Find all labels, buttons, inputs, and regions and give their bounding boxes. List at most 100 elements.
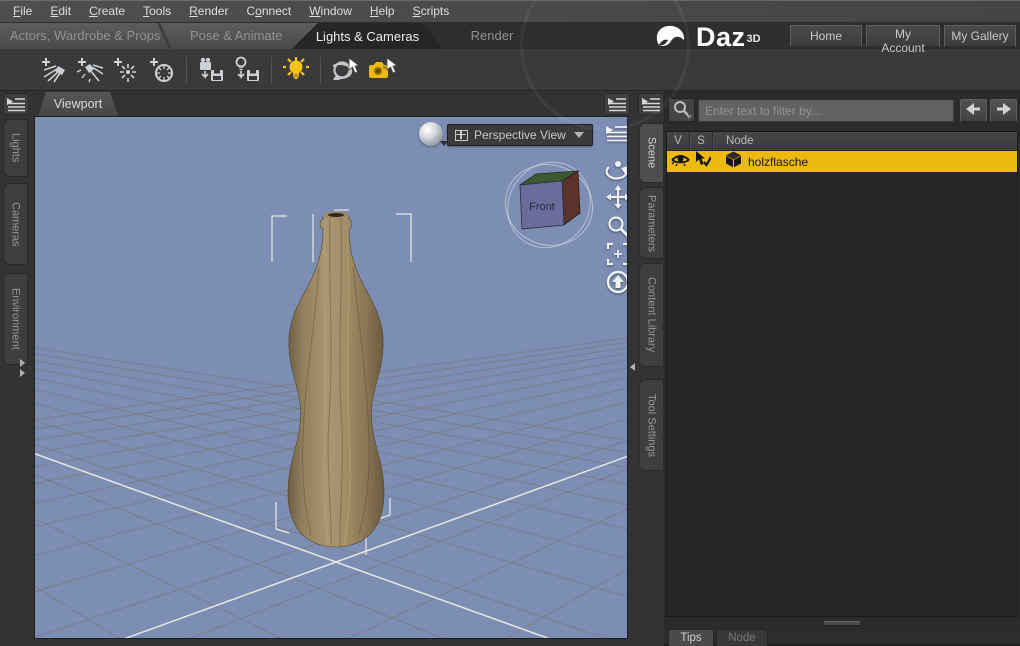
cube-front-label: Front [529,201,555,213]
collapse-arrow-icon [20,359,25,367]
left-pane-menu-button[interactable] [3,93,29,115]
left-tab-lights[interactable]: Lights [3,119,28,177]
save-light-preset-icon [235,56,259,81]
daz-logo-3d: 3D [746,33,761,45]
search-options-button[interactable] [668,98,695,122]
lights-on-icon [283,56,309,79]
daz-logo-text: Daz [696,21,746,52]
new-spotlight-button[interactable] [74,54,106,86]
toolbar-separator [320,56,321,83]
toolbar-separator [271,56,272,83]
filter-row [664,97,1020,125]
rotate-orbit-tool-button[interactable] [329,54,361,86]
tab-actors-wardrobe-props[interactable]: Actors, Wardrobe & Props [10,23,161,49]
menu-create[interactable]: Create [80,1,134,22]
right-dock: Scene Parameters Content Library Tool Se… [630,91,664,646]
menu-bar: File Edit Create Tools Render Connect Wi… [0,1,1020,23]
my-gallery-button[interactable]: My Gallery [944,25,1016,47]
new-distant-light-button[interactable] [38,54,70,86]
toolbar-separator [186,56,187,83]
next-result-button[interactable] [990,99,1017,122]
view-selector-dropdown[interactable]: Perspective View [447,124,593,146]
scene-node-name: holzflasche [748,154,809,169]
scene-node-row-holzflasche[interactable]: holzflasche [667,151,1017,172]
camera-tool-icon [369,56,397,78]
bottle-object [287,211,385,548]
camera-tool-button[interactable] [365,54,397,86]
save-light-preset-button[interactable] [231,54,263,86]
left-dock: Lights Cameras Environment [0,91,32,646]
search-icon [673,101,692,119]
my-account-button[interactable]: My Account [866,25,940,55]
viewport-canvas[interactable]: Front Perspective View [34,116,628,639]
daz-logo-icon [656,25,685,46]
visibility-eye-icon[interactable] [671,152,690,171]
right-tab-parameters[interactable]: Parameters [639,187,664,259]
collapse-arrow-icon [630,363,635,371]
cube-right-face[interactable] [561,170,581,226]
orbit-icon [605,161,627,180]
toolbar [0,49,1020,91]
save-camera-preset-icon [200,57,223,81]
panel-splitter[interactable] [664,619,1020,628]
previous-result-button[interactable] [960,99,987,122]
menu-connect[interactable]: Connect [237,1,300,22]
tab-pose-animate[interactable]: Pose & Animate [190,23,283,49]
daz-logo[interactable]: Daz 3D [652,19,761,55]
menu-render[interactable]: Render [180,1,237,22]
left-tab-cameras[interactable]: Cameras [3,183,28,265]
tab-node[interactable]: Node [716,629,768,646]
home-button[interactable]: Home [790,25,862,47]
arrow-right-icon [997,103,1011,115]
splitter-grip-icon [824,621,860,626]
scene-tree: V S Node holzflasche [666,131,1018,617]
column-visible: V [667,132,690,150]
menu-edit[interactable]: Edit [41,1,80,22]
zoom-icon [608,216,627,238]
frame-control[interactable] [605,241,627,267]
frame-icon [606,242,627,266]
orbit-control[interactable] [605,155,627,181]
pan-control[interactable] [605,184,627,210]
menu-window[interactable]: Window [300,1,361,22]
new-camera-button[interactable] [146,54,178,86]
viewport-layout-icon [455,129,468,141]
tab-tips[interactable]: Tips [668,629,714,646]
selectable-cursor-icon[interactable] [694,151,712,172]
aim-icon [606,270,627,294]
menu-help[interactable]: Help [361,1,404,22]
save-camera-preset-button[interactable] [195,54,227,86]
arrow-left-icon [966,103,980,115]
menu-file[interactable]: File [4,1,41,22]
new-point-light-button[interactable] [110,54,142,86]
right-tab-content-library[interactable]: Content Library [639,263,664,367]
main-area: Lights Cameras Environment Viewport Fron… [0,91,1020,646]
aim-control[interactable] [605,269,627,295]
right-dock-collapse-handle[interactable] [630,363,635,371]
column-selectable: S [690,132,713,150]
activity-bar: Actors, Wardrobe & Props Pose & Animate … [0,1,1020,131]
view-selector-value: Perspective View [474,128,566,142]
right-tab-tool-settings[interactable]: Tool Settings [639,379,664,471]
left-dock-collapse-handle[interactable] [20,359,25,377]
zoom-control[interactable] [605,213,627,239]
chevron-down-icon [574,132,584,138]
new-spotlight-icon [76,57,104,82]
menu-scripts[interactable]: Scripts [404,1,459,22]
menu-tools[interactable]: Tools [134,1,180,22]
right-tab-scene[interactable]: Scene [639,123,664,183]
lights-on-button[interactable] [280,54,312,86]
new-distant-light-icon [42,57,65,82]
tab-render[interactable]: Render [446,23,538,49]
scene-layer: Front [271,146,607,555]
daz-studio-window: File Edit Create Tools Render Connect Wi… [0,0,1020,646]
new-point-light-icon [114,57,136,82]
filter-input[interactable] [698,99,954,122]
tab-lights-cameras[interactable]: Lights & Cameras [292,23,443,49]
pane-menu-icon [7,97,25,111]
bottom-tab-bar: Tips Node [664,628,1020,646]
scene-tree-header: V S Node [667,132,1017,151]
viewport-tab[interactable]: Viewport [38,92,118,116]
left-tab-environment[interactable]: Environment [3,273,28,365]
view-cube[interactable]: Front [491,146,607,264]
